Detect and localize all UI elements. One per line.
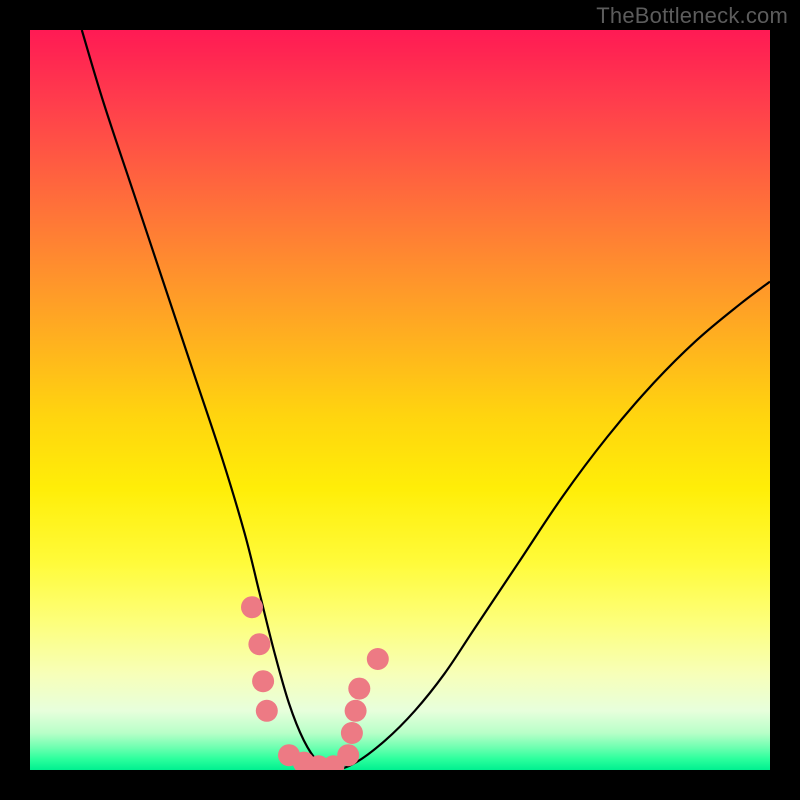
chart-svg — [30, 30, 770, 770]
marker-point — [252, 670, 274, 692]
marker-point — [367, 648, 389, 670]
curve-line — [82, 30, 770, 770]
watermark-text: TheBottleneck.com — [596, 3, 788, 29]
bottleneck-curve — [82, 30, 770, 770]
marker-point — [341, 722, 363, 744]
chart-frame: TheBottleneck.com — [0, 0, 800, 800]
chart-plot-area — [30, 30, 770, 770]
marker-point — [248, 633, 270, 655]
marker-point — [348, 678, 370, 700]
marker-point — [256, 700, 278, 722]
marker-cluster — [241, 596, 389, 770]
marker-point — [345, 700, 367, 722]
marker-point — [337, 744, 359, 766]
marker-point — [241, 596, 263, 618]
